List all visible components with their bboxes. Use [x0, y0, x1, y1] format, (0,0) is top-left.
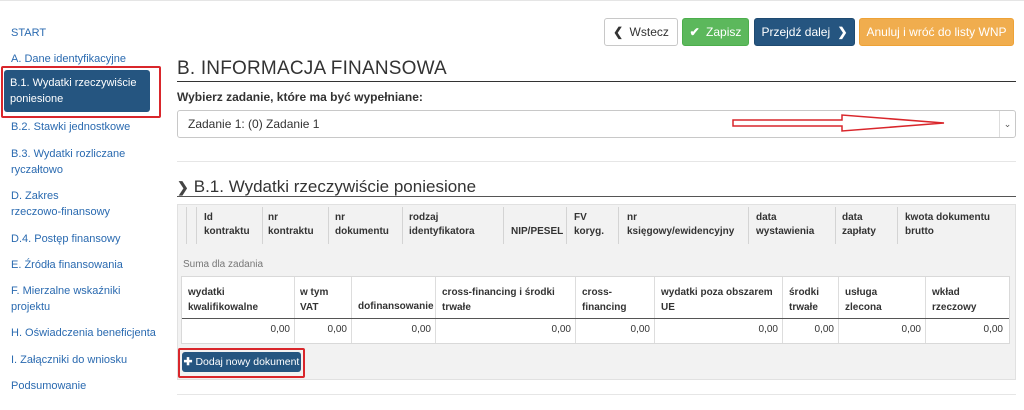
table-header-nip-pesel: NIP/PESEL	[511, 226, 564, 237]
sum-value-cross-financing-srodki: 0,00	[551, 324, 571, 335]
sum-header-wklad-rzeczowy: wkład rzeczowy	[932, 287, 977, 313]
table-header-rodzaj-identyfikatora: rodzaj identyfikatora	[409, 212, 475, 237]
column-separator	[897, 207, 898, 244]
chevron-left-icon: ❮	[613, 25, 624, 39]
sum-value-usluga-zlecona: 0,00	[901, 324, 921, 335]
sum-header-usluga-zlecona: usługa zlecona	[845, 287, 882, 313]
column-separator	[196, 207, 197, 244]
column-separator	[186, 207, 187, 244]
column-separator	[575, 277, 576, 343]
sum-value-srodki-trwale: 0,00	[814, 324, 834, 335]
column-separator	[838, 277, 839, 343]
table-header-data-zaplaty: data zapłaty	[842, 212, 876, 237]
annotation-arrow	[732, 114, 945, 132]
table-header-kwota-brutto: kwota dokumentu brutto	[905, 212, 991, 237]
sidebar-item-oswiadczenia[interactable]: H. Oświadczenia beneficjenta	[11, 325, 156, 341]
chevron-down-icon: ⌄	[999, 111, 1015, 137]
back-button-label: Wstecz	[629, 25, 669, 39]
sum-table-divider	[182, 318, 1009, 319]
table-header-fv-koryg: FV koryg.	[574, 212, 605, 237]
section-title-text: B.1. Wydatki rzeczywiście poniesione	[193, 177, 477, 196]
sum-value-cross-financing: 0,00	[630, 324, 650, 335]
sum-value-dofinansowanie: 0,00	[411, 324, 431, 335]
sidebar-item-zrodla-finansowania[interactable]: E. Źródła finansowania	[11, 257, 156, 273]
sum-header-poza-ue: wydatki poza obszarem UE	[661, 287, 773, 313]
column-separator	[503, 207, 504, 244]
column-separator	[294, 277, 295, 343]
sidebar-item-postep-finansowy[interactable]: D.4. Postęp finansowy	[11, 231, 156, 247]
sum-value-wydatki-kwalifikowalne: 0,00	[270, 324, 290, 335]
task-select-label: Wybierz zadanie, które ma być wypełniane…	[177, 90, 423, 104]
sidebar-item-wydatki-ryczaltowe[interactable]: B.3. Wydatki rozliczane ryczałtowo	[11, 146, 131, 178]
sum-header-srodki-trwale: środki trwałe	[789, 287, 820, 313]
sum-header-wydatki-kwalifikowalne: wydatki kwalifikowalne	[188, 287, 259, 313]
sidebar-item-dane-identyfikacyjne[interactable]: A. Dane identyfikacyjne	[11, 51, 156, 67]
bottom-divider	[177, 394, 1016, 395]
back-button[interactable]: ❮ Wstecz	[604, 18, 678, 46]
page-title: B. INFORMACJA FINANSOWA	[177, 58, 447, 79]
top-divider	[0, 0, 1024, 1]
save-button[interactable]: ✔ Zapisz	[682, 18, 749, 46]
sum-header-cross-financing: cross-financing	[582, 287, 627, 313]
sum-value-vat: 0,00	[327, 324, 347, 335]
table-header-data-wystawienia: data wystawienia	[756, 212, 815, 237]
sum-value-poza-ue: 0,00	[758, 324, 778, 335]
column-separator	[402, 207, 403, 244]
section-underline	[177, 196, 1016, 197]
sidebar-item-zakres-rzeczowo-finansowy[interactable]: D. Zakres rzeczowo-finansowy	[11, 188, 111, 220]
sum-header-vat: w tym VAT	[300, 287, 329, 313]
chevron-right-icon: ❯	[837, 25, 848, 39]
column-separator	[351, 277, 352, 343]
save-button-label: Zapisz	[706, 25, 742, 39]
sidebar-item-start[interactable]: START	[11, 25, 156, 41]
section-header: ❯ B.1. Wydatki rzeczywiście poniesione	[177, 177, 476, 197]
sum-header-cross-financing-srodki: cross-financing i środki trwałe	[442, 287, 555, 313]
sidebar-item-podsumowanie[interactable]: Podsumowanie	[11, 378, 156, 394]
next-button-label: Przejdź dalej	[761, 25, 831, 39]
table-header-nr-dokumentu: nr dokumentu	[335, 212, 389, 237]
table-header-id-kontraktu: Id kontraktu	[204, 212, 250, 237]
task-select-value: Zadanie 1: (0) Zadanie 1	[188, 117, 320, 131]
table-header-nr-kontraktu: nr kontraktu	[268, 212, 314, 237]
annotation-highlight-box	[1, 66, 161, 118]
cancel-button[interactable]: Anuluj i wróć do listy WNP	[859, 18, 1014, 46]
column-separator	[618, 207, 619, 244]
column-separator	[925, 277, 926, 343]
sum-header-dofinansowanie: dofinansowanie	[358, 301, 434, 312]
sum-label: Suma dla zadania	[183, 259, 264, 270]
annotation-highlight-box	[178, 348, 305, 378]
check-icon: ✔	[689, 25, 700, 39]
sidebar-item-zalaczniki[interactable]: I. Załączniki do wniosku	[11, 352, 156, 368]
column-separator	[435, 277, 436, 343]
column-separator	[654, 277, 655, 343]
title-divider	[177, 81, 1016, 82]
column-separator	[748, 207, 749, 244]
next-button[interactable]: Przejdź dalej ❯	[754, 18, 855, 46]
column-separator	[262, 207, 263, 244]
section-divider	[177, 161, 1016, 162]
column-separator	[566, 207, 567, 244]
sidebar-item-wskazniki[interactable]: F. Mierzalne wskaźniki projektu	[11, 283, 141, 315]
sidebar-item-stawki-jednostkowe[interactable]: B.2. Stawki jednostkowe	[11, 119, 156, 135]
column-separator	[328, 207, 329, 244]
sum-value-wklad-rzeczowy: 0,00	[983, 324, 1003, 335]
chevron-right-icon: ❯	[177, 179, 189, 195]
table-header-nr-ksiegowy: nr księgowy/ewidencyjny	[627, 212, 735, 237]
column-separator	[835, 207, 836, 244]
